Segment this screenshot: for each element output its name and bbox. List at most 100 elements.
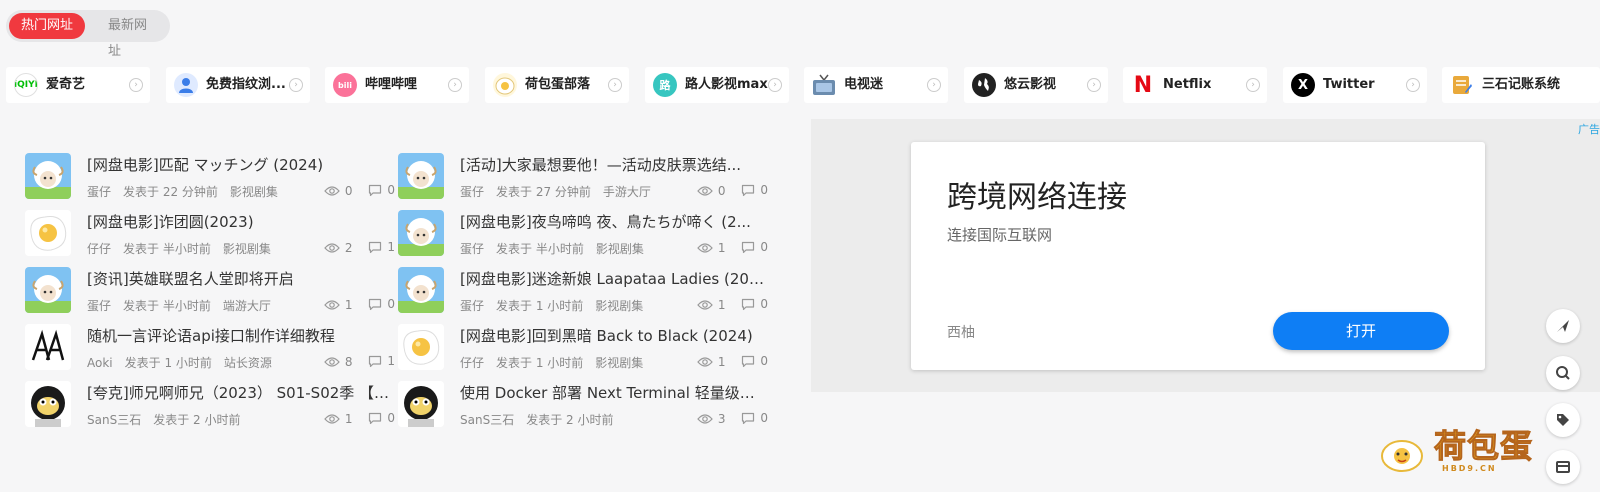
comments-stat: 1 xyxy=(368,240,395,254)
site-tile-youyun[interactable]: 悠云影视 › xyxy=(964,67,1108,103)
eye-icon xyxy=(697,299,713,310)
post-time: 发表于 22 分钟前 xyxy=(123,185,218,199)
search-button[interactable] xyxy=(1546,356,1580,390)
views-stat: 1 xyxy=(697,298,726,312)
post-author[interactable]: 蛋仔 xyxy=(460,299,484,313)
send-arrow-icon xyxy=(1557,320,1569,332)
site-tile-fingerprint-browser[interactable]: 免费指纹浏... › xyxy=(166,67,310,103)
ad-card[interactable]: 跨境网络连接 连接国际互联网 西柚 打开 xyxy=(911,142,1485,370)
post-category[interactable]: 影视剧集 xyxy=(595,356,643,370)
post-time: 发表于 半小时前 xyxy=(496,242,584,256)
tab-new-urls[interactable]: 最新网址 xyxy=(96,13,170,59)
comments-stat: 0 xyxy=(741,297,768,311)
post-title[interactable]: [网盘电影]回到黑暗 Back to Black (2024) xyxy=(460,325,766,346)
list-item[interactable]: [夸克]师兄啊师兄（2023） S01-S02季 【4... SanS三石 发表于… xyxy=(25,378,395,428)
site-tile-sanshi-ledger[interactable]: 三石记账系统 xyxy=(1442,67,1600,103)
post-stats: 0 0 xyxy=(312,183,395,200)
list-item[interactable]: [网盘电影]夜鸟啼鸣 夜、鳥たちが啼く (2... 蛋仔 发表于 半小时前 影视剧集… xyxy=(398,207,768,257)
comment-icon xyxy=(742,241,755,253)
site-tile-bilibili[interactable]: bili 哔哩哔哩 › xyxy=(325,67,469,103)
post-stats: 8 1 xyxy=(312,354,395,371)
ad-banner: 广告 跨境网络连接 连接国际互联网 西柚 打开 xyxy=(811,119,1600,392)
list-item[interactable]: [网盘电影]匹配 マッチング (2024) 蛋仔 发表于 22 分钟前 影视剧集 0… xyxy=(25,150,395,200)
post-stats: 1 0 xyxy=(685,297,768,314)
site-name: 免费指纹浏... xyxy=(206,77,286,92)
post-time: 发表于 1 小时前 xyxy=(496,299,584,313)
post-time: 发表于 1 小时前 xyxy=(124,356,212,370)
search-icon xyxy=(1556,366,1570,380)
site-tile-netflix[interactable]: N Netflix › xyxy=(1123,67,1267,103)
site-name: 悠云影视 xyxy=(1004,77,1057,92)
arrow-right-icon: › xyxy=(1406,78,1420,92)
list-item[interactable]: [网盘电影]诈团圆(2023) 仔仔 发表于 半小时前 影视剧集 2 1 xyxy=(25,207,395,257)
post-title[interactable]: [夸克]师兄啊师兄（2023） S01-S02季 【4... xyxy=(87,382,393,403)
post-category[interactable]: 端游大厅 xyxy=(223,299,271,313)
avatar xyxy=(25,153,71,199)
ad-brand: 西柚 xyxy=(947,325,975,341)
site-tile-iqiyi[interactable]: iQIYI 爱奇艺 › xyxy=(6,67,150,103)
post-category[interactable]: 站长资源 xyxy=(224,356,272,370)
list-item[interactable]: [活动]大家最想要他！—活动皮肤票选结... 蛋仔 发表于 27 分钟前 手游大厅 … xyxy=(398,150,768,200)
back-to-top-button[interactable] xyxy=(1546,309,1580,343)
site-name: 电视迷 xyxy=(844,77,884,92)
site-name: 哔哩哔哩 xyxy=(365,77,418,92)
settings-button[interactable] xyxy=(1546,450,1580,484)
avatar xyxy=(25,324,71,370)
site-name: 路人影视max xyxy=(685,77,768,92)
eye-icon xyxy=(324,185,340,196)
post-stats: 1 0 xyxy=(312,411,395,428)
eye-icon xyxy=(697,185,713,196)
views-stat: 0 xyxy=(324,184,353,198)
list-item[interactable]: 使用 Docker 部署 Next Terminal 轻量级堡... SanS三… xyxy=(398,378,768,428)
comment-icon xyxy=(369,241,382,253)
list-item[interactable]: [网盘电影]回到黑暗 Back to Black (2024) 仔仔 发表于 1 … xyxy=(398,321,768,371)
post-title[interactable]: [资讯]英雄联盟名人堂即将开启 xyxy=(87,268,393,289)
post-author[interactable]: 蛋仔 xyxy=(460,242,484,256)
site-tile-luren-max[interactable]: 路 路人影视max › xyxy=(645,67,789,103)
post-author[interactable]: 蛋仔 xyxy=(87,185,111,199)
post-meta: SanS三石 发表于 2 小时前 xyxy=(460,411,625,428)
post-category[interactable]: 影视剧集 xyxy=(230,185,278,199)
post-title[interactable]: [网盘电影]匹配 マッチング (2024) xyxy=(87,154,393,175)
post-author[interactable]: 蛋仔 xyxy=(460,185,484,199)
tab-hot-urls[interactable]: 热门网址 xyxy=(9,13,86,39)
views-stat: 1 xyxy=(697,241,726,255)
site-tile-egg-tribe[interactable]: 荷包蛋部落 › xyxy=(485,67,629,103)
comment-icon xyxy=(742,184,755,196)
post-meta: 蛋仔 发表于 半小时前 端游大厅 xyxy=(87,297,283,314)
post-title[interactable]: 随机一言评论语api接口制作详细教程 xyxy=(87,325,393,346)
ad-open-button[interactable]: 打开 xyxy=(1273,312,1449,350)
post-author[interactable]: Aoki xyxy=(87,356,113,370)
post-title[interactable]: 使用 Docker 部署 Next Terminal 轻量级堡... xyxy=(460,382,766,403)
site-tile-tv-fan[interactable]: 电视迷 › xyxy=(804,67,948,103)
comment-icon xyxy=(742,412,755,424)
comments-stat: 0 xyxy=(741,183,768,197)
list-item[interactable]: [网盘电影]迷途新娘 Laapataa Ladies (2023) 蛋仔 发表于 … xyxy=(398,264,768,314)
post-category[interactable]: 影视剧集 xyxy=(595,299,643,313)
post-category[interactable]: 手游大厅 xyxy=(603,185,651,199)
post-author[interactable]: SanS三石 xyxy=(460,413,514,427)
logo-domain: HBD9.CN xyxy=(1442,464,1497,473)
post-category[interactable]: 影视剧集 xyxy=(596,242,644,256)
site-logo[interactable]: 荷包蛋 HBD9.CN xyxy=(1378,428,1548,478)
list-item[interactable]: [资讯]英雄联盟名人堂即将开启 蛋仔 发表于 半小时前 端游大厅 1 0 xyxy=(25,264,395,314)
egg-icon xyxy=(493,73,517,97)
post-category[interactable]: 影视剧集 xyxy=(223,242,271,256)
eye-icon xyxy=(324,299,340,310)
avatar xyxy=(25,267,71,313)
post-title[interactable]: [活动]大家最想要他！—活动皮肤票选结... xyxy=(460,154,766,175)
eye-icon xyxy=(324,413,340,424)
post-author[interactable]: SanS三石 xyxy=(87,413,141,427)
post-author[interactable]: 仔仔 xyxy=(87,242,111,256)
post-author[interactable]: 蛋仔 xyxy=(87,299,111,313)
site-tile-twitter[interactable]: X Twitter › xyxy=(1283,67,1427,103)
eye-icon xyxy=(697,356,713,367)
post-author[interactable]: 仔仔 xyxy=(460,356,484,370)
comment-icon xyxy=(742,298,755,310)
post-title[interactable]: [网盘电影]夜鸟啼鸣 夜、鳥たちが啼く (2... xyxy=(460,211,766,232)
list-item[interactable]: 随机一言评论语api接口制作详细教程 Aoki 发表于 1 小时前 站长资源 8 1 xyxy=(25,321,395,371)
post-title[interactable]: [网盘电影]诈团圆(2023) xyxy=(87,211,393,232)
post-title[interactable]: [网盘电影]迷途新娘 Laapataa Ladies (2023) xyxy=(460,268,766,289)
tag-button[interactable] xyxy=(1546,403,1580,437)
comment-icon xyxy=(369,298,382,310)
